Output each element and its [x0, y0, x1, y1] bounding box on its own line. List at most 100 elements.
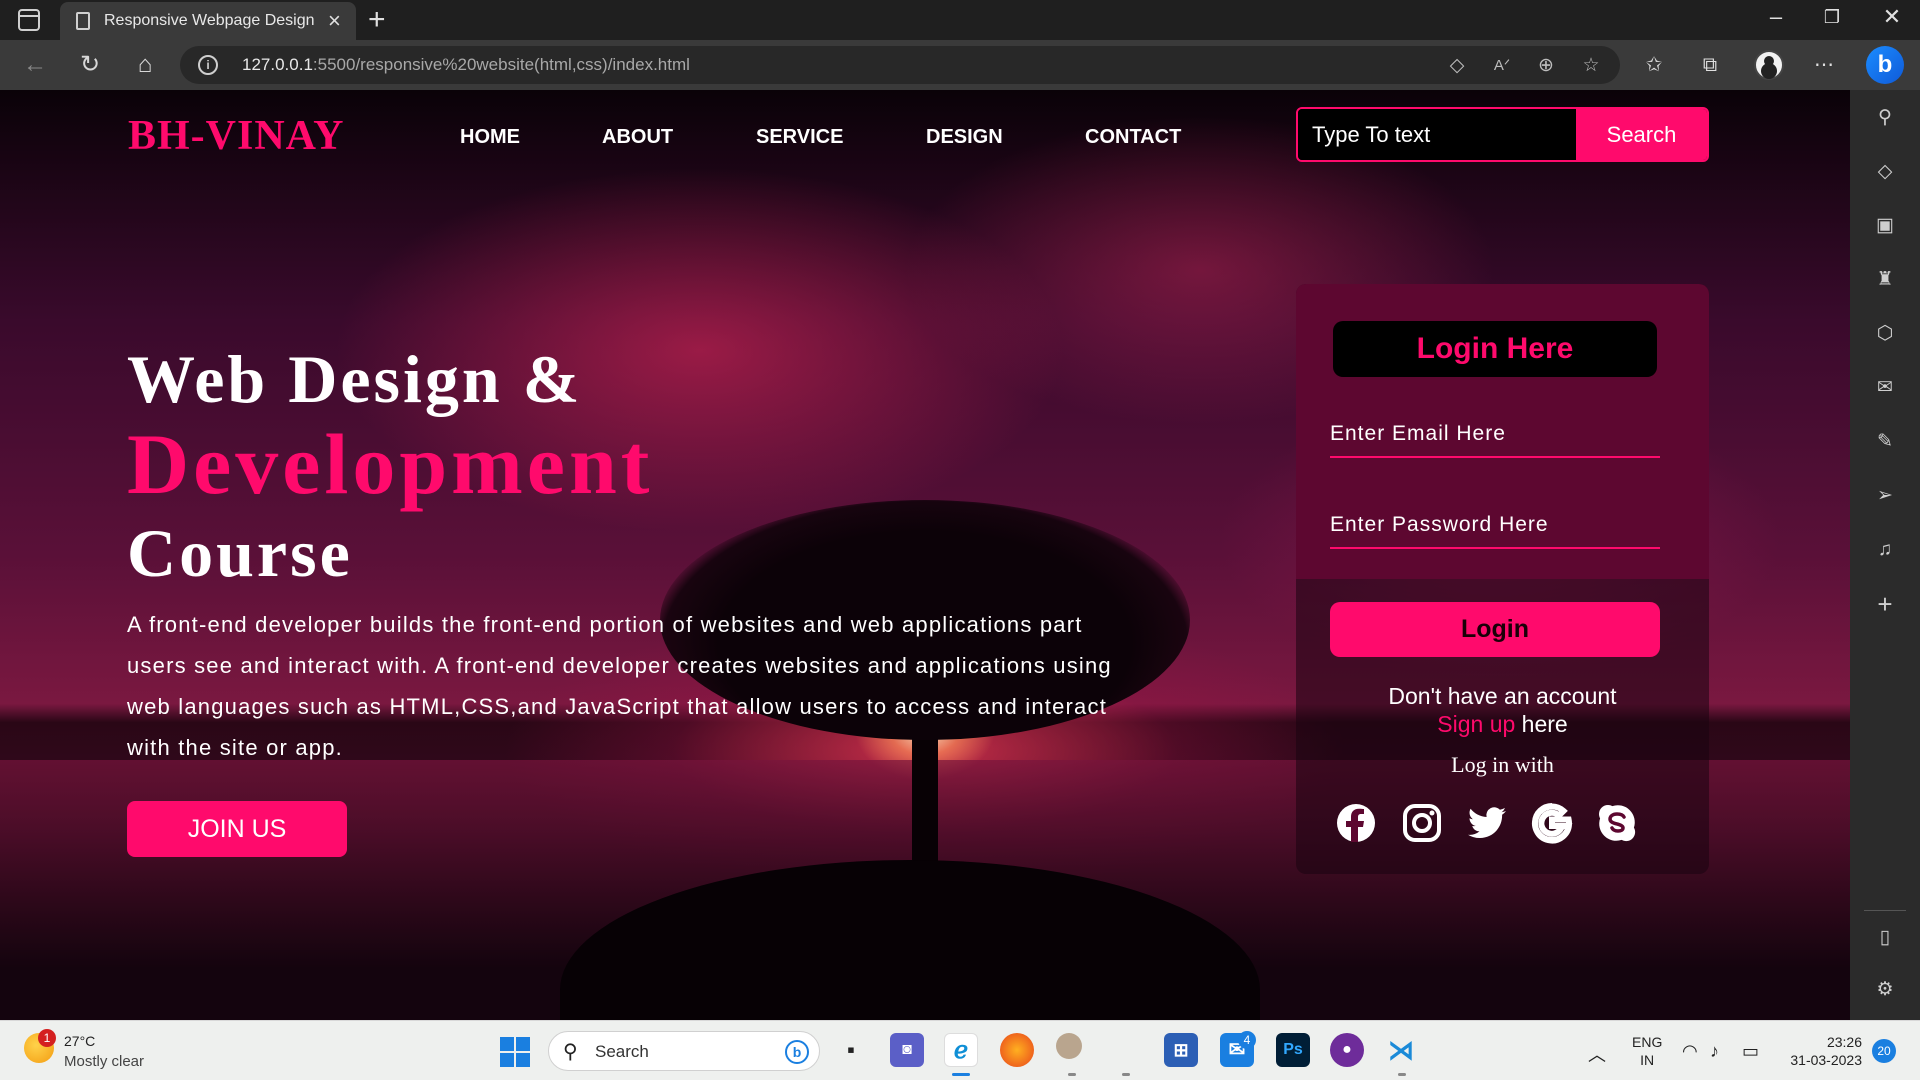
start-button[interactable] — [500, 1037, 530, 1067]
password-field[interactable] — [1330, 503, 1660, 549]
more-icon[interactable]: ⋯ — [1810, 51, 1838, 79]
app-running-indicator — [1122, 1073, 1130, 1076]
nav-service[interactable]: SERVICE — [756, 126, 843, 149]
read-aloud-icon[interactable]: Aᐟ — [1489, 53, 1515, 79]
zoom-icon[interactable]: ⊕ — [1533, 53, 1559, 79]
games-icon[interactable]: ♜ — [1871, 266, 1899, 294]
login-card: Login Here Login Don't have an account S… — [1296, 284, 1709, 874]
instagram-icon[interactable] — [1401, 802, 1443, 844]
search-icon[interactable]: ⚲ — [1871, 104, 1899, 132]
nav-design[interactable]: DESIGN — [926, 126, 1003, 149]
volume-icon[interactable]: ♪ — [1710, 1041, 1719, 1062]
clock[interactable]: 23:26 31-03-2023 — [1778, 1033, 1862, 1069]
info-icon[interactable]: i — [198, 55, 218, 75]
tools-icon[interactable]: ▣ — [1871, 212, 1899, 240]
log-in-with-label: Log in with — [1451, 752, 1554, 777]
show-hidden-icons-chevron-icon[interactable]: ︿ — [1588, 1041, 1606, 1067]
battery-icon[interactable]: ▭ — [1742, 1041, 1759, 1062]
app-running-indicator — [1068, 1073, 1076, 1076]
firefox-icon[interactable] — [1000, 1033, 1034, 1067]
outlook-icon[interactable]: ✉ — [1871, 374, 1899, 402]
teams-icon[interactable]: ◙ — [890, 1033, 924, 1067]
notifications-badge[interactable]: 20 — [1872, 1039, 1896, 1063]
edge-sidebar: ⚲ ◇ ▣ ♜ ⬡ ✉ ✎ ➢ ♫ + ▯ ⚙ — [1850, 90, 1920, 1020]
login-title: Login Here — [1333, 321, 1657, 377]
bing-chat-icon[interactable]: b — [1866, 46, 1904, 84]
office-icon[interactable]: ⬡ — [1871, 320, 1899, 348]
email-field[interactable] — [1330, 412, 1660, 458]
drop-icon[interactable]: ✎ — [1871, 428, 1899, 456]
mail-badge: 4 — [1238, 1031, 1256, 1049]
weather-temperature[interactable]: 27°C — [64, 1033, 95, 1049]
photoshop-icon[interactable]: Ps — [1276, 1033, 1310, 1067]
twitter-icon[interactable] — [1466, 802, 1508, 844]
shopping-tag-icon[interactable]: ◇ — [1871, 158, 1899, 186]
collections-icon[interactable]: ⧉ — [1696, 51, 1724, 79]
language-indicator[interactable]: ENG IN — [1632, 1033, 1662, 1069]
facebook-icon[interactable] — [1335, 802, 1377, 844]
restore-icon[interactable]: ❐ — [1812, 7, 1852, 28]
user-app-icon[interactable] — [1056, 1033, 1082, 1059]
site-logo[interactable]: BH-VINAY — [128, 112, 344, 160]
tag-icon[interactable]: ◇ — [1444, 53, 1470, 79]
add-app-icon[interactable]: + — [1871, 590, 1899, 618]
wifi-icon[interactable]: ◠ — [1682, 1041, 1698, 1062]
join-us-button[interactable]: JOIN US — [127, 801, 347, 857]
search-icon: ⚲ — [563, 1041, 578, 1063]
address-bar[interactable]: i 127.0.0.1:5500/responsive%20website(ht… — [180, 46, 1620, 84]
add-favorite-icon[interactable]: ☆ — [1578, 53, 1604, 79]
store-icon[interactable]: ⊞ — [1164, 1033, 1198, 1067]
hide-sidebar-icon[interactable]: ▯ — [1871, 924, 1899, 952]
weather-badge: 1 — [38, 1029, 56, 1047]
app-running-indicator — [1398, 1073, 1406, 1076]
site-search: Search — [1296, 107, 1709, 162]
sidebar-divider — [1864, 910, 1906, 911]
send-icon[interactable]: ➢ — [1871, 482, 1899, 510]
browser-tab[interactable]: Responsive Webpage Design × — [60, 2, 356, 40]
page-icon — [76, 12, 90, 30]
notifications-bell-icon[interactable]: ♫ — [1871, 536, 1899, 564]
edge-active-indicator — [952, 1073, 970, 1076]
url-text[interactable]: 127.0.0.1:5500/responsive%20website(html… — [242, 55, 690, 75]
windows-taskbar: 1 27°C Mostly clear ⚲ Search b ▪ ◙ ℯ ⊞ ✉… — [0, 1020, 1920, 1080]
nav-contact[interactable]: CONTACT — [1085, 126, 1181, 149]
github-icon[interactable]: ● — [1330, 1033, 1364, 1067]
favorites-icon[interactable]: ✩ — [1640, 51, 1668, 79]
clock-date: 31-03-2023 — [1790, 1052, 1862, 1068]
nav-home[interactable]: HOME — [460, 126, 520, 149]
profile-avatar[interactable] — [1754, 50, 1784, 80]
browser-titlebar: Responsive Webpage Design × + – ❐ ✕ — [0, 0, 1920, 40]
search-input[interactable] — [1298, 109, 1576, 160]
new-tab-icon[interactable]: + — [368, 2, 386, 38]
taskbar-search-label: Search — [595, 1042, 649, 1061]
tab-title: Responsive Webpage Design — [104, 12, 315, 29]
google-icon[interactable] — [1531, 802, 1573, 844]
bing-icon[interactable]: b — [785, 1040, 809, 1064]
taskbar-search[interactable]: ⚲ Search b — [548, 1031, 820, 1071]
signup-link[interactable]: Sign up — [1437, 711, 1515, 737]
nav-about[interactable]: ABOUT — [602, 126, 673, 149]
hero-line-3: Course — [127, 515, 353, 591]
page-viewport: BH-VINAY HOME ABOUT SERVICE DESIGN CONTA… — [0, 90, 1850, 1020]
settings-gear-icon[interactable]: ⚙ — [1871, 976, 1899, 1004]
tab-actions-icon[interactable] — [18, 9, 40, 31]
refresh-icon[interactable]: ↻ — [75, 50, 105, 80]
no-account-text: Don't have an account — [1388, 683, 1617, 709]
search-button[interactable]: Search — [1576, 109, 1707, 160]
minimize-icon[interactable]: – — [1756, 4, 1796, 30]
login-button[interactable]: Login — [1330, 602, 1660, 657]
clock-time: 23:26 — [1826, 1034, 1862, 1050]
browser-toolbar: ← ↻ ⌂ i 127.0.0.1:5500/responsive%20webs… — [0, 40, 1920, 90]
signup-suffix: here — [1521, 711, 1568, 737]
task-view-icon[interactable]: ▪ — [834, 1033, 868, 1067]
close-window-icon[interactable]: ✕ — [1872, 4, 1912, 30]
back-icon[interactable]: ← — [20, 50, 50, 80]
home-icon[interactable]: ⌂ — [130, 50, 160, 80]
hero-line-2: Development — [127, 416, 654, 512]
weather-condition[interactable]: Mostly clear — [64, 1053, 144, 1070]
signup-prompt: Don't have an account Sign up here — [1296, 682, 1709, 738]
edge-icon[interactable]: ℯ — [944, 1033, 978, 1067]
vscode-icon[interactable]: ⋊ — [1384, 1033, 1418, 1067]
skype-icon[interactable] — [1596, 802, 1638, 844]
close-tab-icon[interactable]: × — [328, 8, 341, 34]
